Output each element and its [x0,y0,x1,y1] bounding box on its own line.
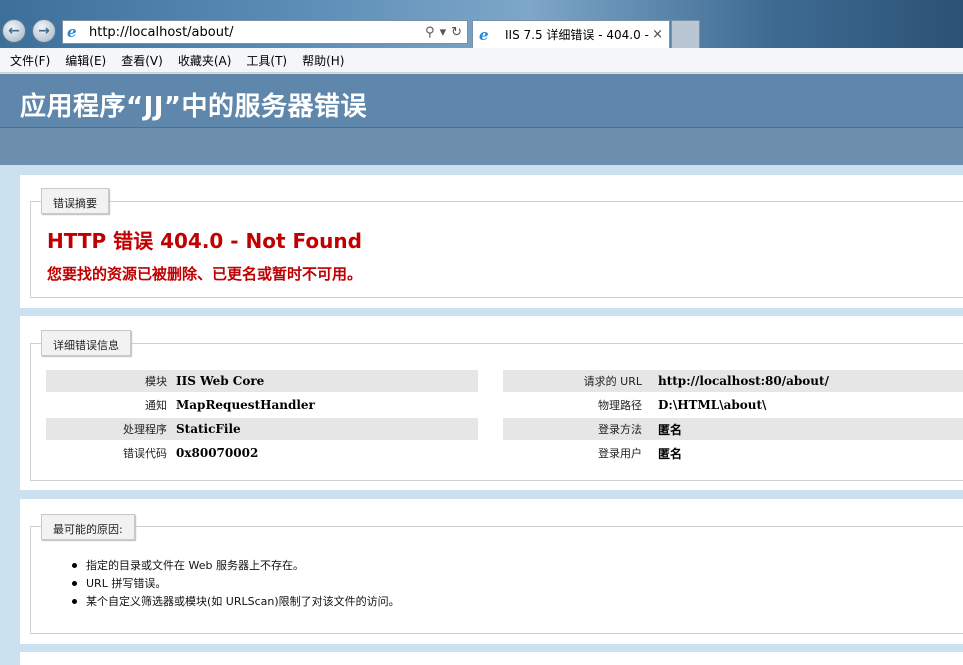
menu-edit[interactable]: 编辑(E) [65,52,106,69]
search-icon[interactable]: ⚲ [425,25,435,40]
detail-value: IIS Web Core [176,374,265,388]
menu-bar: 文件(F) 编辑(E) 查看(V) 收藏夹(A) 工具(T) 帮助(H) [0,48,963,73]
details-legend: 详细错误信息 [41,330,131,356]
detail-label: 模块 [145,375,167,388]
detail-label: 登录方法 [598,423,642,436]
menu-help[interactable]: 帮助(H) [302,52,344,69]
detail-row-module: 模块 IIS Web Core [46,370,478,392]
detail-label: 处理程序 [123,423,167,436]
cause-item: URL 拼写错误。 [72,575,400,593]
cause-item: 指定的目录或文件在 Web 服务器上不存在。 [72,557,400,575]
close-icon[interactable]: × [652,27,663,42]
detail-label: 错误代码 [123,447,167,460]
detail-value: 0x80070002 [176,446,259,460]
back-button[interactable]: ← [2,19,26,43]
detail-label: 通知 [145,399,167,412]
detail-label: 物理路径 [598,399,642,412]
page-title: 应用程序“JJ”中的服务器错误 [20,92,368,122]
detail-row-request-url: 请求的 URL http://localhost:80/about/ [503,370,963,392]
detail-row-notification: 通知 MapRequestHandler [46,394,478,416]
forward-button[interactable]: → [32,19,56,43]
detail-row-handler: 处理程序 StaticFile [46,418,478,440]
new-tab-button[interactable] [671,20,700,48]
detail-value: D:\HTML\about\ [658,398,767,412]
detail-value: 匿名 [658,446,683,461]
tab-title: IIS 7.5 详细错误 - 404.0 - ... [505,28,653,42]
cause-item: 某个自定义筛选器或模块(如 URLScan)限制了对该文件的访问。 [72,593,400,611]
detail-row-logon-method: 登录方法 匿名 [503,418,963,440]
page-header: 应用程序“JJ”中的服务器错误 [0,74,963,128]
tab-ie-logo-icon: e [479,25,489,44]
causes-list: 指定的目录或文件在 Web 服务器上不存在。 URL 拼写错误。 某个自定义筛选… [72,557,400,611]
detail-row-error-code: 错误代码 0x80070002 [46,442,478,464]
dropdown-icon[interactable]: ▾ [440,25,447,40]
refresh-icon[interactable]: ↻ [451,25,462,40]
detail-value: 匿名 [658,422,683,437]
ie-logo-icon: e [67,23,77,41]
detail-row-physical-path: 物理路径 D:\HTML\about\ [503,394,963,416]
detail-label: 登录用户 [598,447,642,460]
detail-value: http://localhost:80/about/ [658,374,829,388]
detail-value: StaticFile [176,422,241,436]
error-description: 您要找的资源已被删除、已更名或暂时不可用。 [47,265,363,283]
detail-value: MapRequestHandler [176,398,315,412]
address-url[interactable]: http://localhost/about/ [89,25,425,40]
forward-icon: → [38,23,50,39]
causes-legend: 最可能的原因: [41,514,135,540]
menu-file[interactable]: 文件(F) [10,52,50,69]
next-panel [20,652,963,665]
error-title: HTTP 错误 404.0 - Not Found [47,229,362,253]
menu-tools[interactable]: 工具(T) [246,52,287,69]
back-icon: ← [8,23,20,39]
address-bar[interactable]: e http://localhost/about/ ⚲ ▾ ↻ [62,20,468,44]
summary-legend: 错误摘要 [41,188,109,214]
browser-toolbar: ← → e http://localhost/about/ ⚲ ▾ ↻ e II… [0,0,963,48]
detail-row-logon-user: 登录用户 匿名 [503,442,963,464]
browser-tab[interactable]: e IIS 7.5 详细错误 - 404.0 - ... × [472,20,670,48]
menu-favorites[interactable]: 收藏夹(A) [178,52,232,69]
menu-view[interactable]: 查看(V) [121,52,163,69]
header-band [0,128,963,165]
detail-label: 请求的 URL [583,375,642,388]
